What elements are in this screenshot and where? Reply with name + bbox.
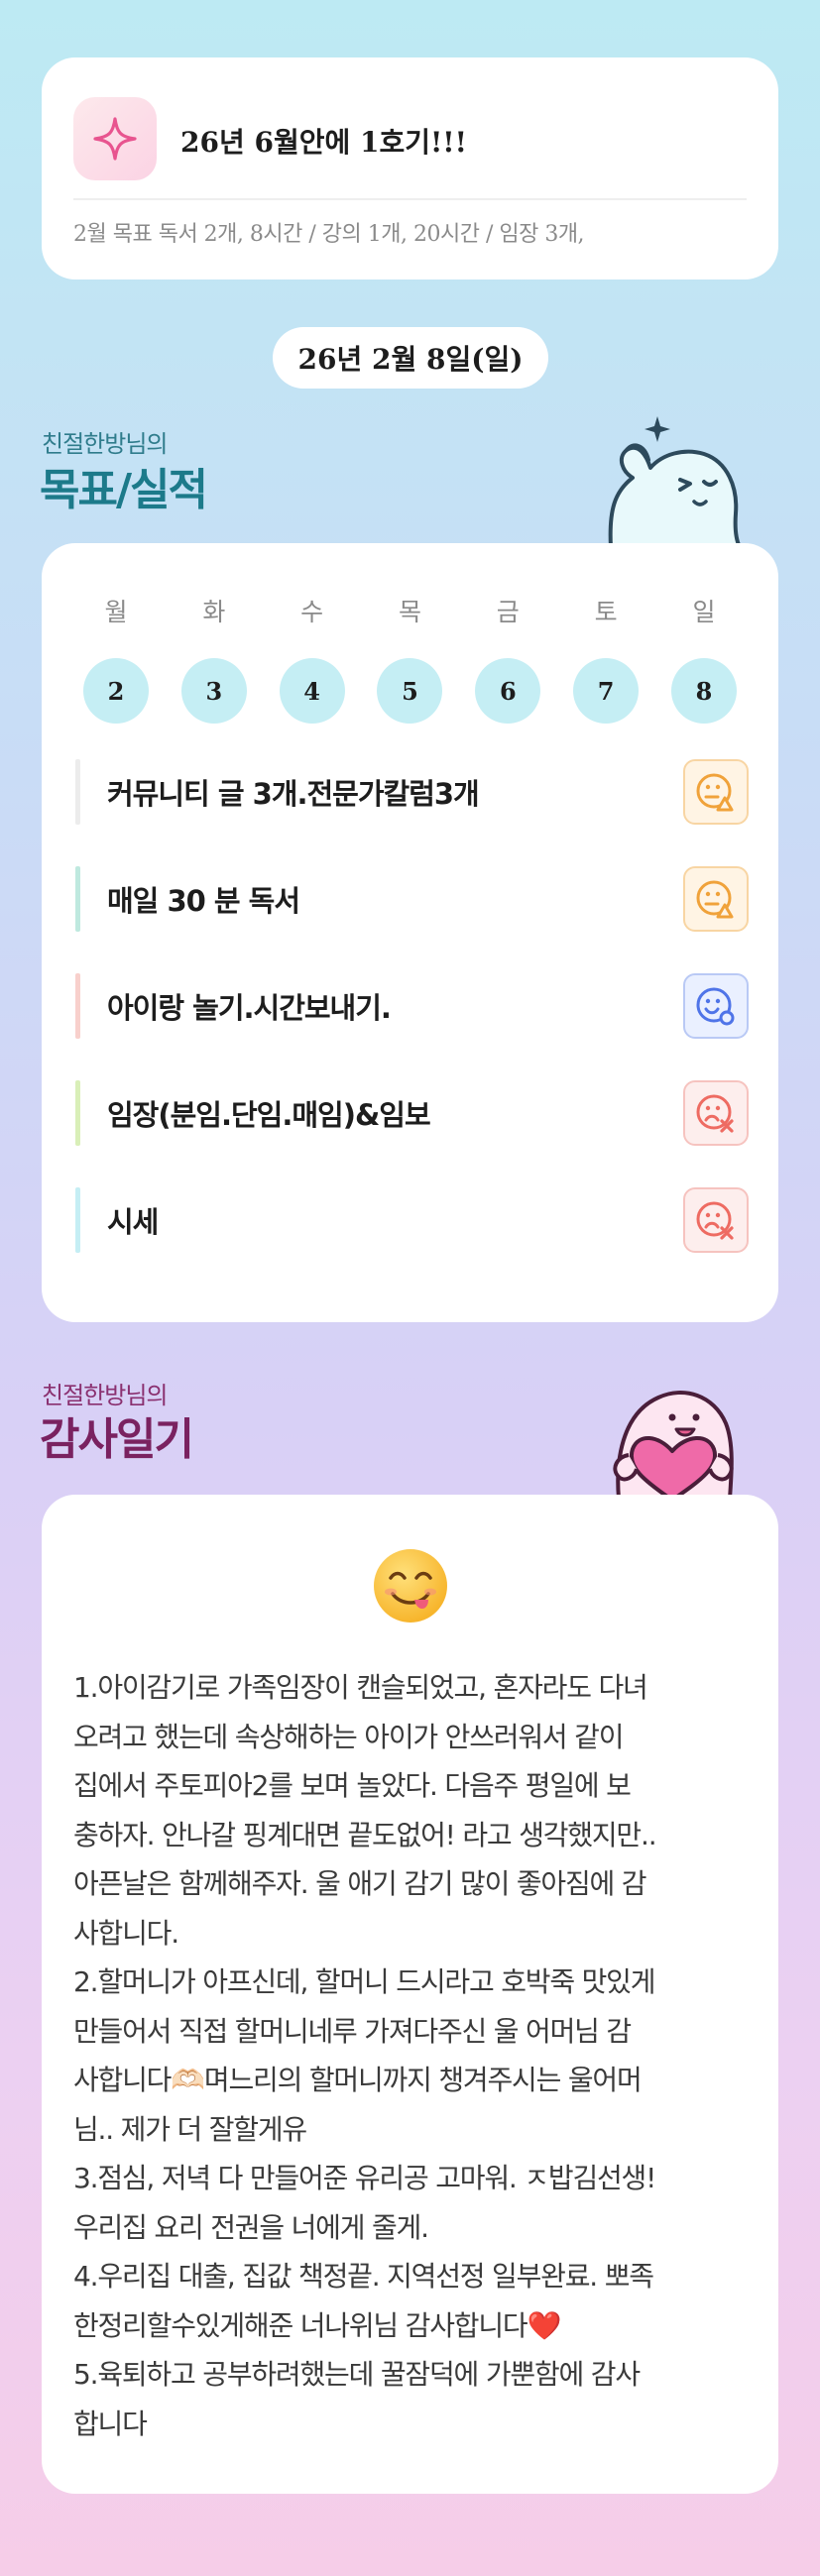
fail-face-icon[interactable]: [683, 1080, 749, 1146]
task-label: 임장(분임.단임.매임)&임보: [107, 1098, 431, 1132]
task-label: 매일 30 분 독서: [107, 884, 300, 918]
fail-face-icon[interactable]: [683, 1187, 749, 1253]
day-name: 수: [300, 598, 324, 626]
day-item[interactable]: 토 7: [573, 593, 640, 724]
date-selector[interactable]: 26년 2월 8일(일): [273, 327, 548, 389]
mascot-heart-illustration: [613, 1391, 734, 1499]
day-item[interactable]: 수 4: [279, 593, 345, 724]
task-label: 시세: [107, 1205, 159, 1239]
task-row[interactable]: 아이랑 놀기.시간보내기.: [75, 973, 749, 1039]
day-item[interactable]: 일 8: [670, 593, 737, 724]
week-day-row: 월 2 화 3 수 4 목 5 금 6 토 7 일 8: [83, 593, 737, 724]
goal-title: 26년 6월안에 1호기!!!: [180, 126, 467, 159]
task-row[interactable]: 임장(분임.단임.매임)&임보: [75, 1080, 749, 1146]
task-label: 아이랑 놀기.시간보내기.: [107, 991, 392, 1025]
divider: [73, 198, 747, 200]
monthly-goal-summary: 2월 목표 독서 2개, 8시간 / 강의 1개, 20시간 / 임장 3개,: [73, 222, 585, 247]
partial-face-icon[interactable]: [683, 759, 749, 825]
day-name: 금: [496, 598, 520, 626]
goals-section-title: 목표/실적: [40, 465, 208, 515]
mascot-wave-illustration: [608, 416, 742, 547]
task-row[interactable]: 커뮤니티 글 3개.전문가칼럼3개: [75, 759, 749, 825]
day-number[interactable]: 3: [180, 658, 247, 724]
goals-card: 월 2 화 3 수 4 목 5 금 6 토 7 일 8 커뮤니티 글 3개.전문…: [42, 543, 778, 1322]
day-number[interactable]: 4: [279, 658, 345, 724]
task-label: 커뮤니티 글 3개.전문가칼럼3개: [107, 777, 480, 811]
day-number[interactable]: 5: [377, 658, 443, 724]
done-face-icon[interactable]: [683, 973, 749, 1039]
day-name: 월: [104, 598, 128, 626]
task-color-bar: [75, 1187, 80, 1253]
day-name: 목: [398, 598, 421, 626]
gratitude-diary-card: 1.아이감기로 가족임장이 캔슬되었고, 혼자라도 다녀 오려고 했는데 속상해…: [42, 1495, 778, 2494]
day-number[interactable]: 6: [475, 658, 541, 724]
task-color-bar: [75, 973, 80, 1039]
day-item[interactable]: 금 6: [475, 593, 541, 724]
sparkle-icon: [73, 97, 157, 180]
task-row[interactable]: 매일 30 분 독서: [75, 866, 749, 932]
diary-section-title: 감사일기: [40, 1414, 194, 1465]
day-item[interactable]: 월 2: [83, 593, 149, 724]
diary-text: 1.아이감기로 가족임장이 캔슬되었고, 혼자라도 다녀 오려고 했는데 속상해…: [73, 1671, 657, 2440]
yum-face-emoji: [374, 1549, 447, 1623]
day-number[interactable]: 8: [670, 658, 737, 724]
day-number[interactable]: 2: [83, 658, 149, 724]
day-item[interactable]: 화 3: [180, 593, 247, 724]
day-number[interactable]: 7: [573, 658, 640, 724]
task-color-bar: [75, 1080, 80, 1146]
day-name: 토: [594, 598, 618, 626]
day-name: 일: [692, 598, 716, 626]
task-color-bar: [75, 866, 80, 932]
day-item[interactable]: 목 5: [377, 593, 443, 724]
partial-face-icon[interactable]: [683, 866, 749, 932]
task-row[interactable]: 시세: [75, 1187, 749, 1253]
day-name: 화: [202, 598, 226, 626]
task-color-bar: [75, 759, 80, 825]
goal-banner-card[interactable]: 26년 6월안에 1호기!!! 2월 목표 독서 2개, 8시간 / 강의 1개…: [42, 57, 778, 280]
